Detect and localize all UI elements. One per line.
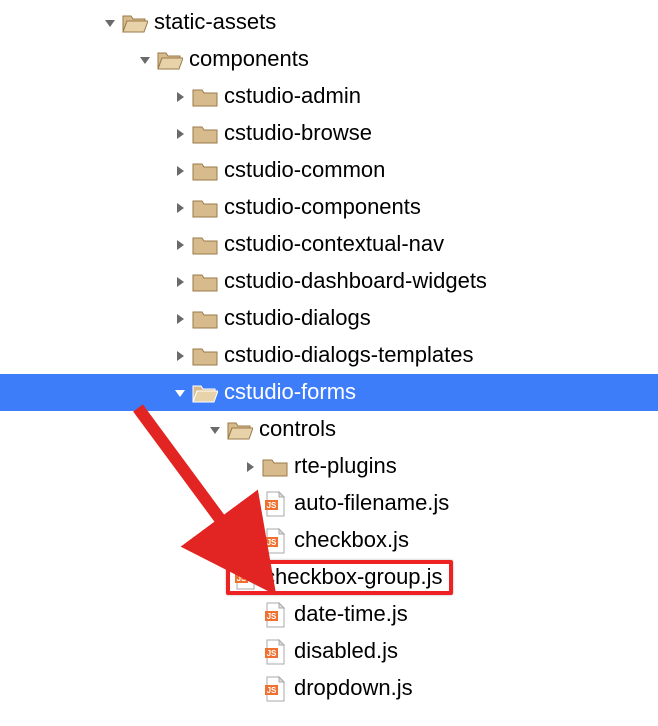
chevron-right-icon[interactable]	[170, 350, 190, 362]
tree-item-label: cstudio-dialogs	[220, 305, 371, 331]
folder-icon	[190, 308, 220, 330]
svg-text:JS: JS	[267, 538, 277, 547]
tree-row[interactable]: cstudio-browse	[0, 115, 658, 152]
tree-row[interactable]: controls	[0, 411, 658, 448]
tree-row[interactable]: cstudio-components	[0, 189, 658, 226]
tree-item-label: checkbox.js	[290, 527, 409, 553]
chevron-down-icon[interactable]	[100, 17, 120, 29]
tree-row[interactable]: JS date-time.js	[0, 596, 658, 633]
file-tree: static-assets components cstudio-admin cstu…	[0, 0, 658, 707]
tree-row[interactable]: cstudio-dashboard-widgets	[0, 263, 658, 300]
chevron-down-icon[interactable]	[205, 424, 225, 436]
tree-item-label: checkbox-group.js	[260, 564, 443, 590]
chevron-right-icon[interactable]	[170, 91, 190, 103]
tree-item-label: cstudio-forms	[220, 379, 356, 405]
chevron-right-icon[interactable]	[170, 202, 190, 214]
js-file-icon: JS	[260, 676, 290, 702]
chevron-down-icon[interactable]	[135, 54, 155, 66]
js-file-icon: JS	[260, 528, 290, 554]
js-file-icon: JS	[260, 491, 290, 517]
chevron-right-icon[interactable]	[170, 276, 190, 288]
tree-item-label: cstudio-dialogs-templates	[220, 342, 473, 368]
svg-text:JS: JS	[267, 686, 277, 695]
chevron-down-icon[interactable]	[170, 387, 190, 399]
chevron-right-icon[interactable]	[170, 313, 190, 325]
folder-icon	[190, 123, 220, 145]
folder-icon	[190, 197, 220, 219]
folder-open-selected-icon	[190, 382, 220, 404]
svg-text:JS: JS	[237, 574, 247, 583]
tree-row[interactable]: cstudio-contextual-nav	[0, 226, 658, 263]
tree-row[interactable]: cstudio-forms	[0, 374, 658, 411]
tree-item-label: cstudio-dashboard-widgets	[220, 268, 487, 294]
highlight-box: JS checkbox-group.js	[226, 560, 453, 594]
tree-row[interactable]: components	[0, 41, 658, 78]
tree-item-label: controls	[255, 416, 336, 442]
tree-row[interactable]: cstudio-common	[0, 152, 658, 189]
tree-row[interactable]: static-assets	[0, 4, 658, 41]
js-file-icon: JS	[260, 639, 290, 665]
chevron-right-icon[interactable]	[170, 128, 190, 140]
chevron-right-icon[interactable]	[170, 239, 190, 251]
js-file-icon: JS	[260, 602, 290, 628]
tree-row[interactable]: JS disabled.js	[0, 633, 658, 670]
js-file-icon: JS	[230, 564, 260, 590]
tree-item-label: dropdown.js	[290, 675, 413, 701]
folder-icon	[190, 160, 220, 182]
folder-icon	[190, 271, 220, 293]
folder-open-icon	[225, 419, 255, 441]
svg-text:JS: JS	[267, 612, 277, 621]
tree-item-label: cstudio-browse	[220, 120, 372, 146]
tree-item-label: static-assets	[150, 9, 276, 35]
chevron-right-icon[interactable]	[170, 165, 190, 177]
tree-row[interactable]: cstudio-dialogs	[0, 300, 658, 337]
tree-item-label: cstudio-common	[220, 157, 385, 183]
tree-item-label: auto-filename.js	[290, 490, 449, 516]
folder-icon	[260, 456, 290, 478]
svg-text:JS: JS	[267, 649, 277, 658]
tree-item-label: cstudio-components	[220, 194, 421, 220]
folder-icon	[190, 234, 220, 256]
tree-row[interactable]: JS dropdown.js	[0, 670, 658, 707]
tree-item-label: rte-plugins	[290, 453, 397, 479]
tree-item-label: cstudio-contextual-nav	[220, 231, 444, 257]
chevron-right-icon[interactable]	[240, 461, 260, 473]
tree-row[interactable]: JS checkbox-group.js	[0, 559, 658, 596]
tree-row[interactable]: JS auto-filename.js	[0, 485, 658, 522]
tree-row[interactable]: rte-plugins	[0, 448, 658, 485]
tree-item-label: components	[185, 46, 309, 72]
folder-icon	[190, 345, 220, 367]
svg-text:JS: JS	[267, 501, 277, 510]
folder-open-icon	[155, 49, 185, 71]
tree-item-label: disabled.js	[290, 638, 398, 664]
tree-item-label: date-time.js	[290, 601, 408, 627]
folder-open-icon	[120, 12, 150, 34]
tree-item-label: cstudio-admin	[220, 83, 361, 109]
tree-row[interactable]: cstudio-dialogs-templates	[0, 337, 658, 374]
tree-row[interactable]: cstudio-admin	[0, 78, 658, 115]
folder-icon	[190, 86, 220, 108]
tree-row[interactable]: JS checkbox.js	[0, 522, 658, 559]
